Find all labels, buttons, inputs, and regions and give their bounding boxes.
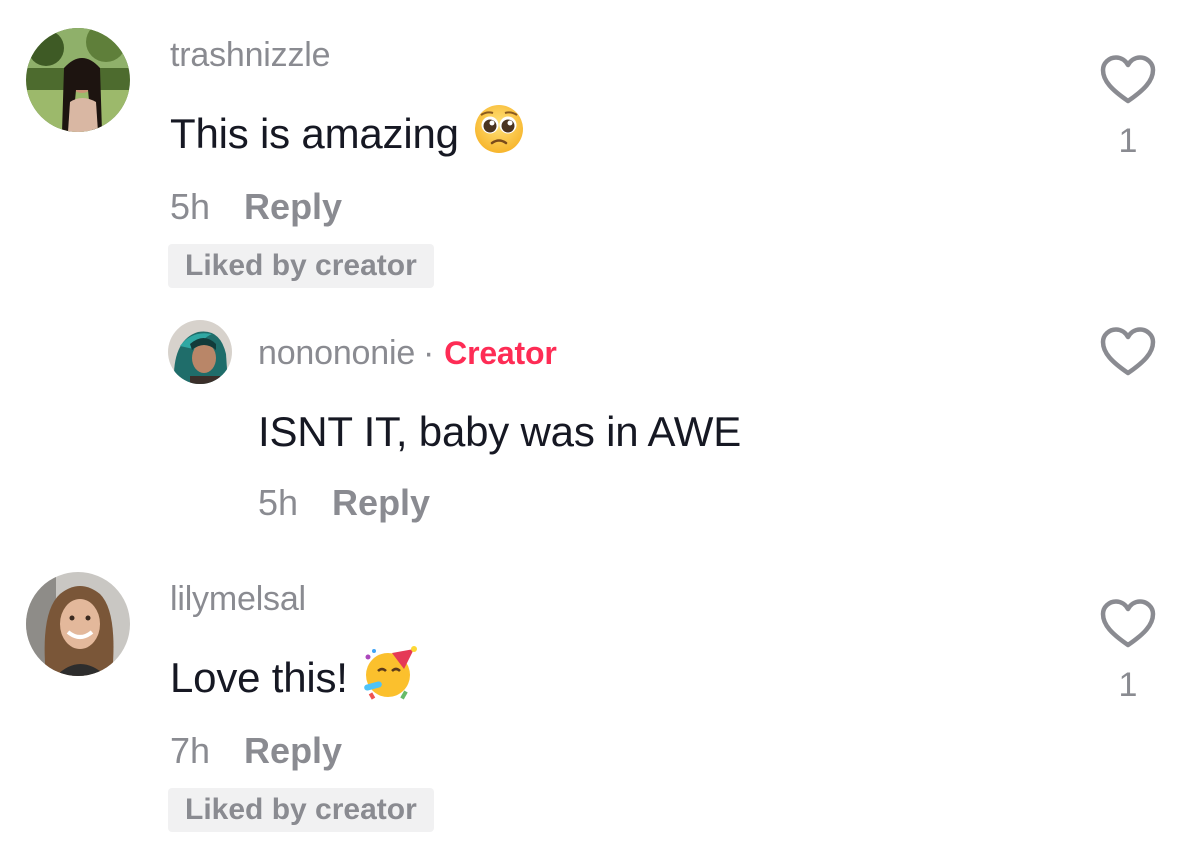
comment-text: This is amazing xyxy=(170,103,525,165)
reply-button[interactable]: Reply xyxy=(244,730,342,772)
avatar[interactable] xyxy=(26,28,130,132)
comment-text-content: This is amazing xyxy=(170,110,459,157)
like-button[interactable] xyxy=(1100,54,1156,106)
like-button[interactable] xyxy=(1100,598,1156,650)
reply-button[interactable]: Reply xyxy=(244,186,342,228)
like-count: 1 xyxy=(1118,666,1138,704)
avatar[interactable] xyxy=(26,572,130,676)
liked-by-creator-badge: Liked by creator xyxy=(168,788,434,832)
comment-text: Love this! xyxy=(170,645,418,711)
heart-outline-icon xyxy=(1100,599,1156,648)
reply-username-line: nonononie · Creator xyxy=(258,334,557,373)
comment-username[interactable]: lilymelsal xyxy=(170,580,306,619)
reply-username[interactable]: nonononie xyxy=(258,334,415,372)
partying-face-emoji-icon xyxy=(362,645,418,711)
avatar[interactable] xyxy=(168,320,232,384)
creator-badge: Creator xyxy=(444,335,557,371)
comment-time: 7h xyxy=(170,730,211,771)
comment-item: lilymelsal Love this! 7h Reply Liked by … xyxy=(0,560,1200,860)
like-button[interactable] xyxy=(1100,326,1156,378)
like-count: 1 xyxy=(1118,122,1138,160)
heart-outline-icon xyxy=(1100,327,1156,376)
comment-text-content: Love this! xyxy=(170,654,348,701)
reply-time: 5h xyxy=(258,482,299,523)
reply-item: nonononie · Creator ISNT IT, baby was in A… xyxy=(0,310,1200,540)
pleading-face-emoji-icon xyxy=(473,103,525,165)
heart-outline-icon xyxy=(1100,55,1156,104)
comment-item: trashnizzle This is amazing 5h Reply Lik… xyxy=(0,0,1200,300)
comment-meta: 5h Reply xyxy=(170,186,342,228)
reply-text-content: ISNT IT, baby was in AWE xyxy=(258,408,742,455)
reply-text: ISNT IT, baby was in AWE xyxy=(258,404,741,460)
reply-button[interactable]: Reply xyxy=(332,482,430,524)
comment-time: 5h xyxy=(170,186,211,227)
separator-dot: · xyxy=(423,334,435,372)
comment-username[interactable]: trashnizzle xyxy=(170,36,331,75)
reply-meta: 5h Reply xyxy=(258,482,430,524)
comment-meta: 7h Reply xyxy=(170,730,342,772)
liked-by-creator-badge: Liked by creator xyxy=(168,244,434,288)
